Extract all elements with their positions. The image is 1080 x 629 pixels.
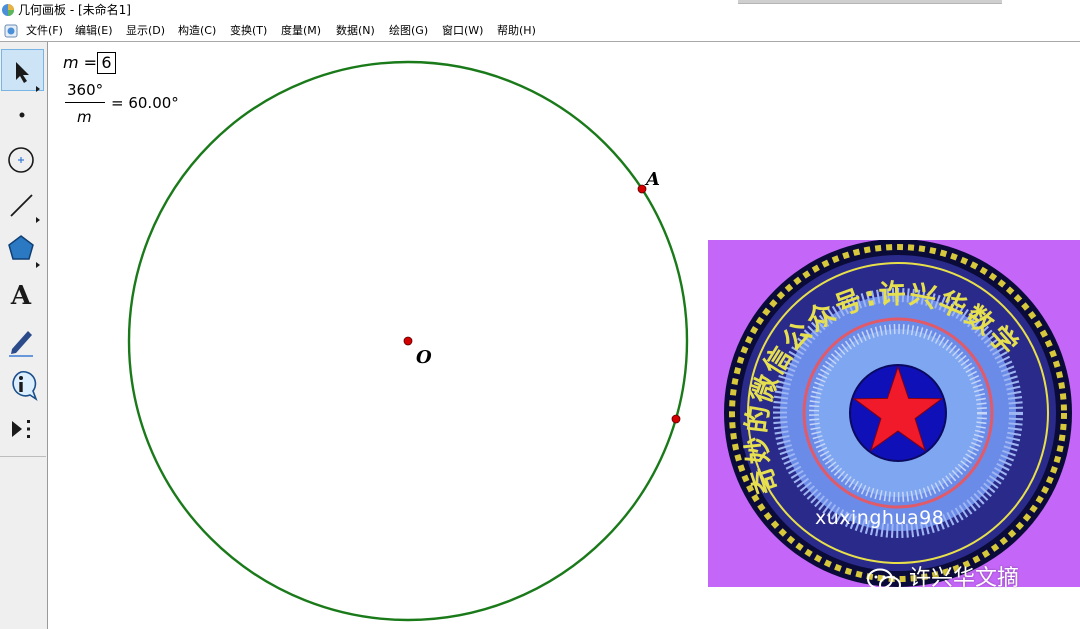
overlay-window-edge	[738, 0, 1002, 4]
promo-badge-image: 奇妙的微信公众号:许兴华数学 xuxinghua98	[708, 240, 1080, 587]
window-title: 几何画板 - [未命名1]	[18, 3, 131, 17]
point-icon	[19, 112, 25, 118]
center-point-o	[403, 336, 413, 346]
wechat-icon	[867, 568, 901, 594]
parameter-m-value[interactable]: 6	[97, 52, 116, 74]
menu-graph[interactable]: 绘图(G)	[389, 24, 428, 38]
compass-tool[interactable]	[0, 138, 46, 182]
svg-text:A: A	[10, 281, 32, 311]
fraction-denominator: m	[77, 108, 92, 126]
circle-icon	[8, 147, 34, 173]
arrow-icon	[16, 62, 40, 92]
letter-a-icon: A	[10, 281, 32, 311]
title-bar: 几何画板 - [未命名1]	[0, 0, 1080, 21]
segment-icon	[10, 194, 40, 223]
parameter-name: m	[63, 53, 79, 72]
app-icon	[2, 4, 14, 16]
menu-measure[interactable]: 度量(M)	[281, 24, 321, 38]
information-tool[interactable]	[0, 363, 46, 407]
watermark-text: 许兴华文摘	[909, 566, 1020, 591]
menu-construct[interactable]: 构造(C)	[178, 24, 216, 38]
menu-help[interactable]: 帮助(H)	[497, 24, 536, 38]
custom-tool[interactable]	[0, 408, 46, 452]
point-o-label[interactable]: O	[416, 348, 432, 368]
play-more-icon	[12, 420, 30, 438]
pen-icon	[9, 331, 33, 357]
selection-arrow-tool[interactable]	[0, 48, 46, 92]
parameter-m-label[interactable]: m =	[63, 53, 97, 73]
pentagon-icon	[8, 235, 40, 268]
point-a	[637, 184, 647, 194]
circle-point	[671, 414, 681, 424]
document-icon[interactable]	[4, 24, 18, 38]
point-a-label[interactable]: A	[646, 170, 660, 190]
polygon-tool[interactable]	[0, 228, 46, 272]
calculation-result[interactable]: = 60.00°	[111, 94, 179, 112]
menu-file[interactable]: 文件(F)	[26, 24, 63, 38]
fraction-bar	[65, 102, 105, 103]
text-tool[interactable]: A	[0, 273, 46, 317]
menu-display[interactable]: 显示(D)	[126, 24, 165, 38]
info-icon	[12, 370, 38, 402]
menu-transform[interactable]: 变换(T)	[230, 24, 267, 38]
badge-handle-text: xuxinghua98	[815, 507, 945, 529]
parameter-equals: =	[78, 53, 98, 72]
toolbox: A	[0, 42, 48, 629]
straightedge-tool[interactable]	[0, 183, 46, 227]
marker-tool[interactable]	[0, 318, 46, 362]
fraction-numerator: 360°	[67, 81, 104, 99]
toolbox-divider	[0, 456, 46, 457]
menu-bar: 文件(F) 编辑(E) 显示(D) 构造(C) 变换(T) 度量(M) 数据(N…	[0, 21, 1080, 42]
point-tool[interactable]	[0, 93, 46, 137]
menu-window[interactable]: 窗口(W)	[442, 24, 483, 38]
menu-edit[interactable]: 编辑(E)	[75, 24, 113, 38]
menu-data[interactable]: 数据(N)	[336, 24, 375, 38]
badge-graphic: 奇妙的微信公众号:许兴华数学	[724, 240, 1072, 587]
